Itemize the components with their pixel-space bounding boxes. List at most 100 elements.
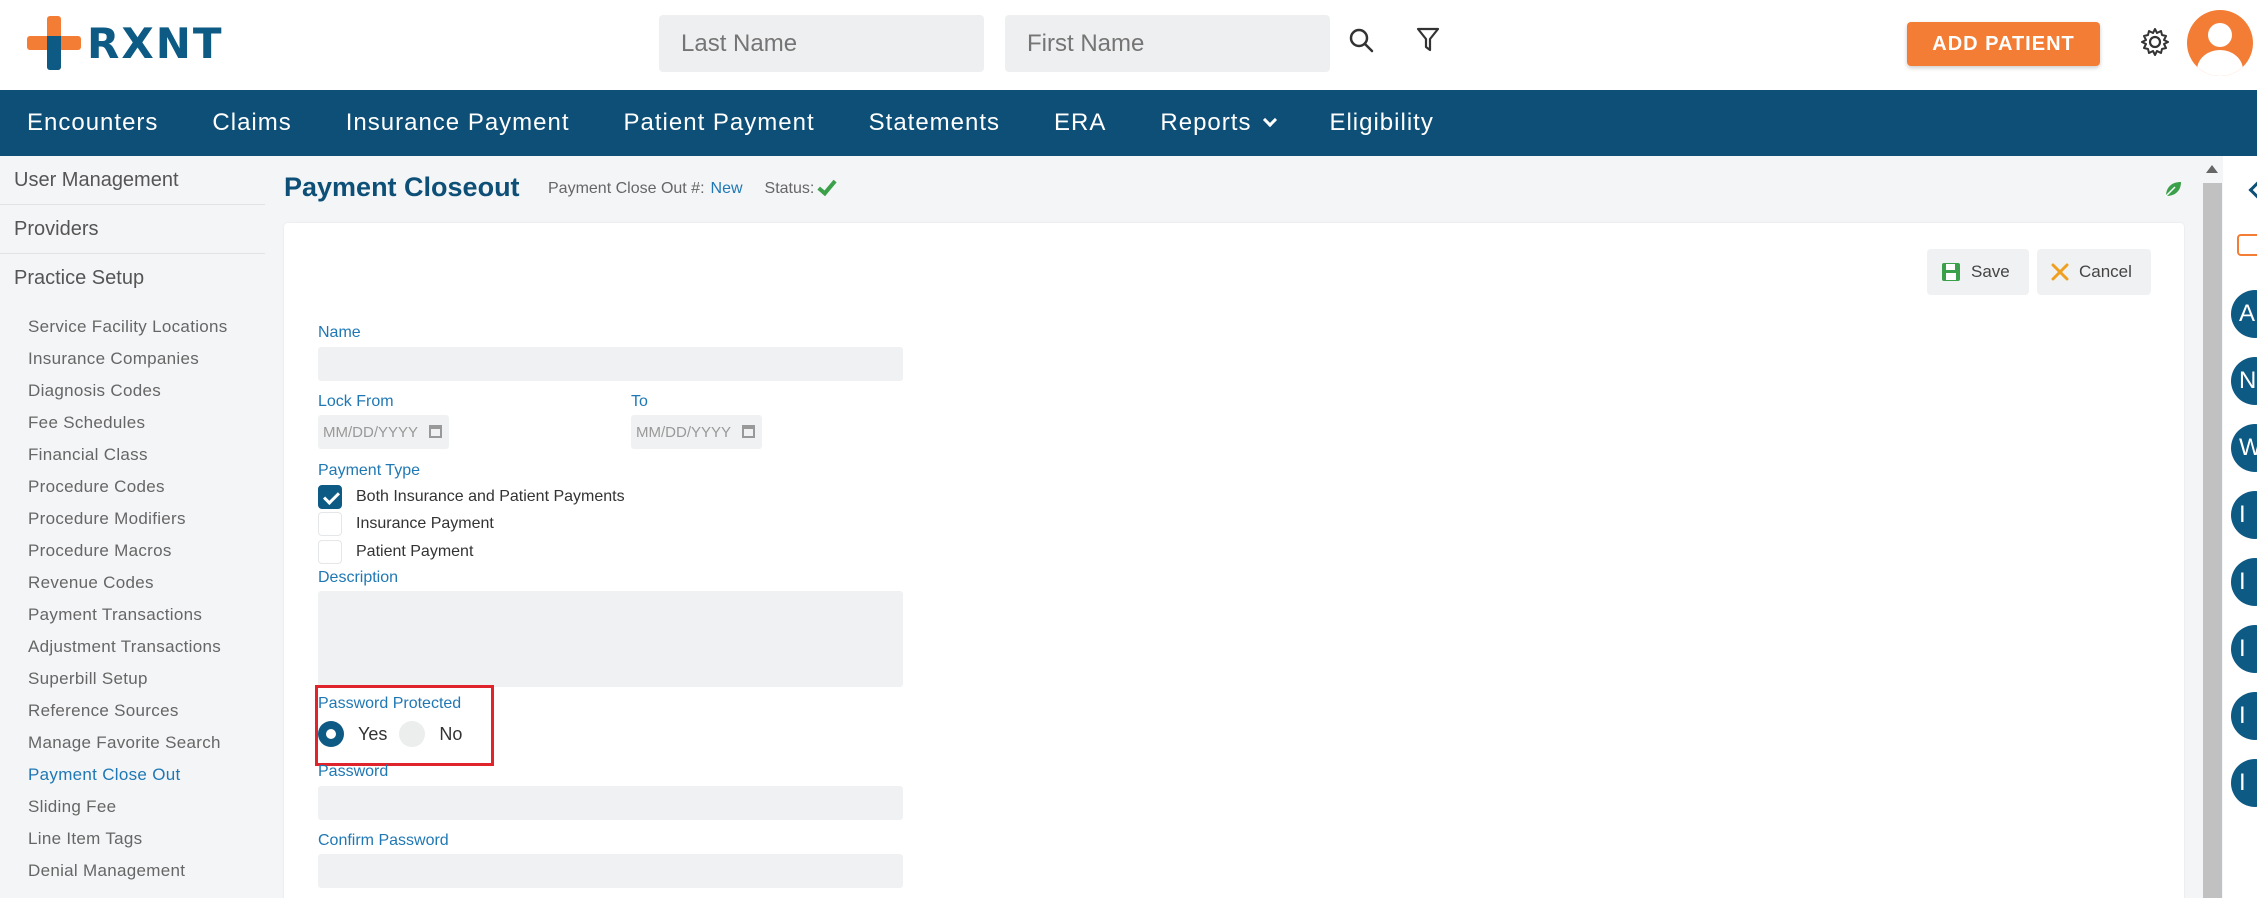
sidebar: User Management Providers Practice Setup… bbox=[0, 156, 265, 898]
payment-closeout-form: Save Cancel Name Lock From MM/DD/YYYY To… bbox=[284, 223, 2184, 898]
rail-badge[interactable]: I bbox=[2231, 491, 2257, 539]
user-avatar[interactable] bbox=[2187, 10, 2253, 76]
checkbox-label: Insurance Payment bbox=[356, 515, 494, 532]
sidebar-item[interactable]: Adjustment Transactions bbox=[0, 631, 265, 663]
filter-icon[interactable] bbox=[1410, 22, 1446, 58]
save-button[interactable]: Save bbox=[1927, 249, 2029, 295]
name-label: Name bbox=[318, 324, 361, 341]
payment-type-both[interactable]: Both Insurance and Patient Payments bbox=[318, 485, 625, 509]
scroll-up-arrow-icon[interactable] bbox=[2206, 165, 2218, 173]
nav-encounters[interactable]: Encounters bbox=[0, 90, 185, 156]
nav-label: Patient Payment bbox=[623, 109, 815, 136]
rail-badge[interactable]: I bbox=[2231, 692, 2257, 740]
checkbox-checked[interactable] bbox=[318, 485, 342, 509]
gear-icon[interactable] bbox=[2135, 22, 2175, 62]
sidebar-sublist: Service Facility Locations Insurance Com… bbox=[0, 303, 265, 887]
description-textarea[interactable] bbox=[318, 591, 903, 687]
sidebar-item[interactable]: Reference Sources bbox=[0, 695, 265, 727]
rxnt-logo[interactable]: RXNT bbox=[27, 16, 224, 70]
rail-badge[interactable]: A bbox=[2231, 290, 2257, 338]
save-label: Save bbox=[1971, 262, 2010, 281]
date-placeholder: MM/DD/YYYY bbox=[323, 423, 419, 441]
nav-claims[interactable]: Claims bbox=[185, 90, 318, 156]
password-protected-label: Password Protected bbox=[318, 695, 462, 712]
sidebar-heading-practice-setup[interactable]: Practice Setup bbox=[0, 254, 265, 303]
sidebar-heading-providers[interactable]: Providers bbox=[0, 205, 265, 254]
to-date-input[interactable]: MM/DD/YYYY bbox=[631, 415, 762, 449]
status-label: Status: bbox=[764, 180, 815, 197]
payment-type-insurance[interactable]: Insurance Payment bbox=[318, 512, 494, 536]
nav-era[interactable]: ERA bbox=[1027, 90, 1133, 156]
payment-type-label: Payment Type bbox=[318, 462, 420, 479]
floppy-icon bbox=[1942, 263, 1960, 281]
page-meta: Payment Close Out #: New Status: bbox=[548, 175, 837, 198]
checkbox-label: Patient Payment bbox=[356, 543, 474, 560]
rail-badge[interactable]: I bbox=[2231, 558, 2257, 606]
sidebar-item[interactable]: Payment Transactions bbox=[0, 599, 265, 631]
sidebar-heading-user-management[interactable]: User Management bbox=[0, 156, 265, 205]
checkbox[interactable] bbox=[318, 540, 342, 564]
sidebar-item[interactable]: Service Facility Locations bbox=[0, 311, 265, 343]
sidebar-item[interactable]: Procedure Macros bbox=[0, 535, 265, 567]
sidebar-item[interactable]: Manage Favorite Search bbox=[0, 727, 265, 759]
sidebar-item-payment-close-out[interactable]: Payment Close Out bbox=[0, 759, 265, 791]
nav-label: ERA bbox=[1054, 109, 1107, 136]
nav-label: Insurance Payment bbox=[345, 109, 570, 136]
confirm-password-input[interactable] bbox=[318, 854, 903, 888]
calendar-icon[interactable] bbox=[429, 425, 442, 438]
radio-no-label: No bbox=[439, 723, 463, 744]
rail-badge[interactable]: I bbox=[2231, 759, 2257, 807]
scrollbar-thumb[interactable] bbox=[2203, 183, 2222, 898]
close-icon bbox=[2051, 263, 2069, 281]
sidebar-item[interactable]: Financial Class bbox=[0, 439, 265, 471]
add-patient-button[interactable]: ADD PATIENT bbox=[1907, 22, 2100, 66]
page-title: Payment Closeout bbox=[284, 172, 520, 202]
nav-label: Eligibility bbox=[1329, 109, 1434, 136]
rail-badge[interactable]: N bbox=[2231, 357, 2257, 405]
sidebar-item[interactable]: Procedure Modifiers bbox=[0, 503, 265, 535]
rail-badge[interactable]: W bbox=[2231, 424, 2257, 472]
rail-badge[interactable]: I bbox=[2231, 625, 2257, 673]
payment-type-patient[interactable]: Patient Payment bbox=[318, 540, 473, 564]
nav-patient-payment[interactable]: Patient Payment bbox=[597, 90, 842, 156]
sidebar-item[interactable]: Fee Schedules bbox=[0, 407, 265, 439]
chevron-down-icon bbox=[1263, 112, 1278, 128]
to-label: To bbox=[631, 393, 648, 410]
password-input[interactable] bbox=[318, 786, 903, 820]
nav-label: Reports bbox=[1160, 109, 1252, 136]
name-input[interactable] bbox=[318, 347, 903, 381]
sidebar-item[interactable]: Sliding Fee bbox=[0, 791, 265, 823]
first-name-input[interactable] bbox=[1005, 15, 1330, 72]
cancel-button[interactable]: Cancel bbox=[2037, 249, 2151, 295]
chat-icon[interactable] bbox=[2237, 234, 2257, 256]
collapse-arrow-icon[interactable] bbox=[2248, 181, 2257, 199]
checkbox[interactable] bbox=[318, 512, 342, 536]
radio-yes[interactable] bbox=[318, 721, 344, 747]
nav-eligibility[interactable]: Eligibility bbox=[1302, 90, 1460, 156]
nav-label: Statements bbox=[868, 109, 1001, 136]
sidebar-item[interactable]: Superbill Setup bbox=[0, 663, 265, 695]
date-placeholder: MM/DD/YYYY bbox=[636, 423, 732, 441]
radio-yes-label: Yes bbox=[358, 723, 388, 744]
nav-insurance-payment[interactable]: Insurance Payment bbox=[319, 90, 597, 156]
sidebar-item[interactable]: Line Item Tags bbox=[0, 823, 265, 855]
calendar-icon[interactable] bbox=[742, 425, 755, 438]
search-icon[interactable] bbox=[1343, 22, 1379, 58]
sidebar-item[interactable]: Procedure Codes bbox=[0, 471, 265, 503]
sidebar-item[interactable]: Diagnosis Codes bbox=[0, 375, 265, 407]
description-label: Description bbox=[318, 569, 399, 586]
leaf-icon[interactable] bbox=[2163, 179, 2183, 199]
sidebar-item[interactable]: Denial Management bbox=[0, 855, 265, 887]
closeout-number-label: Payment Close Out #: bbox=[548, 180, 705, 197]
nav-reports[interactable]: Reports bbox=[1133, 90, 1302, 156]
nav-statements[interactable]: Statements bbox=[842, 90, 1027, 156]
lock-from-date-input[interactable]: MM/DD/YYYY bbox=[318, 415, 449, 449]
main-nav: Encounters Claims Insurance Payment Pati… bbox=[0, 90, 2257, 156]
last-name-input[interactable] bbox=[659, 15, 984, 72]
confirm-password-label: Confirm Password bbox=[318, 832, 449, 849]
logo-cross-icon bbox=[27, 16, 81, 70]
logo-text: RXNT bbox=[87, 18, 224, 68]
radio-no[interactable] bbox=[399, 721, 426, 747]
sidebar-item[interactable]: Revenue Codes bbox=[0, 567, 265, 599]
sidebar-item[interactable]: Insurance Companies bbox=[0, 343, 265, 375]
